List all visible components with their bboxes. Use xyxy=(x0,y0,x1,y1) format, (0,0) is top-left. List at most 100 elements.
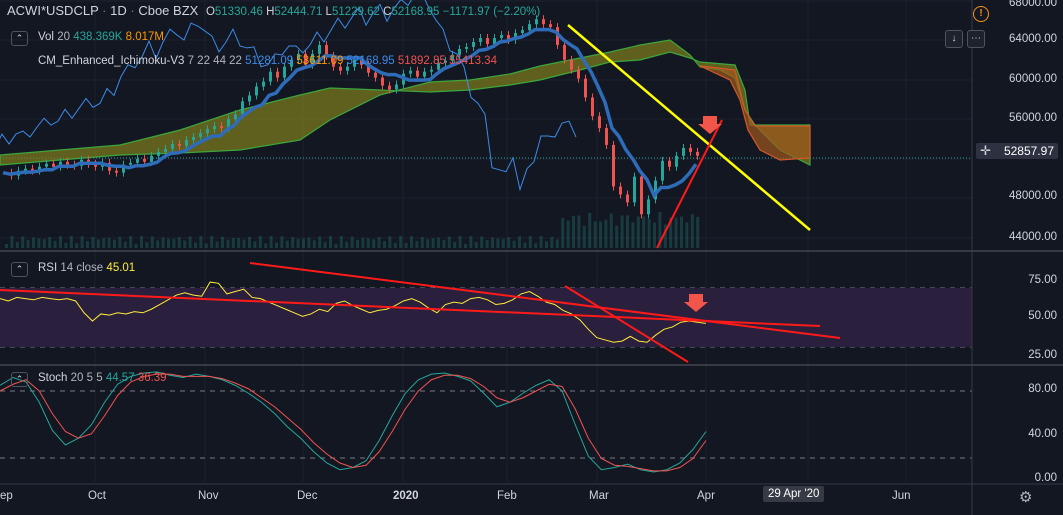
volume-bar xyxy=(37,238,41,248)
candle-body xyxy=(192,137,195,140)
rsi-tick: 75.00 xyxy=(1028,274,1057,286)
time-tick: ep xyxy=(0,490,13,502)
volume-bar xyxy=(329,236,332,248)
volume-bar xyxy=(53,240,57,248)
volume-bar xyxy=(275,242,278,248)
ichimoku-name[interactable]: CM_Enhanced_Ichimoku-V3 xyxy=(38,55,184,67)
candle-body xyxy=(682,147,685,156)
volume-bar xyxy=(59,236,62,248)
volume-bar xyxy=(296,238,300,248)
rsi-value: 45.01 xyxy=(106,262,136,274)
candle-body xyxy=(157,151,160,156)
more-options-icon[interactable]: ⋯ xyxy=(967,30,985,48)
rsi-legend: RSI 14 close 45.01 xyxy=(38,262,135,274)
volume-bar xyxy=(32,237,35,248)
interval[interactable]: 1D xyxy=(110,3,127,18)
volume-bar xyxy=(129,236,133,248)
volume-bar xyxy=(545,241,548,248)
volume-bar xyxy=(350,236,354,248)
volume-bar xyxy=(561,217,565,248)
volume-bar xyxy=(242,239,246,248)
candle-body xyxy=(479,38,482,42)
volume-bar xyxy=(480,236,484,248)
arrow-down-icon[interactable]: ↓ xyxy=(945,30,963,48)
candle-body xyxy=(213,126,216,130)
candle-body xyxy=(409,70,412,74)
vol-name[interactable]: Vol xyxy=(38,31,54,43)
rsi-tick: 25.00 xyxy=(1028,349,1057,361)
vol-period: 20 xyxy=(57,31,70,43)
ichimoku-value-2: 53611.09 xyxy=(296,55,344,67)
candle-body xyxy=(171,143,174,149)
volume-bar xyxy=(485,240,489,248)
volume-bar xyxy=(642,216,646,248)
stoch-legend: Stoch 20 5 5 44.57 36.39 xyxy=(38,372,167,384)
volume-bar xyxy=(550,236,554,248)
volume-bar xyxy=(458,236,462,248)
collapse-icon[interactable]: ⌃ xyxy=(11,31,28,46)
candle-body xyxy=(472,41,475,47)
volume-bar xyxy=(410,236,413,248)
volume-bar xyxy=(539,236,543,248)
volume-bar xyxy=(615,225,619,248)
volume-bar xyxy=(523,242,527,248)
candle-body xyxy=(255,86,258,96)
ichimoku-value-4: 51892.85 xyxy=(397,55,446,67)
candle-body xyxy=(318,44,321,54)
candle-body xyxy=(150,155,153,162)
volume-bar xyxy=(588,212,592,248)
volume-bar xyxy=(64,242,68,248)
time-tick: Dec xyxy=(297,490,318,502)
volume-bar xyxy=(604,219,608,248)
volume-bar xyxy=(491,237,494,248)
volume-bar xyxy=(145,242,149,248)
candle-body xyxy=(143,158,146,162)
stoch-collapse-icon[interactable]: ⌃ xyxy=(11,372,28,387)
volume-bar xyxy=(199,236,203,248)
stoch-name[interactable]: Stoch xyxy=(38,372,67,384)
volume-bar xyxy=(599,221,602,248)
volume-bar xyxy=(86,241,89,248)
volume-bar xyxy=(620,215,624,248)
rsi-collapse-icon[interactable]: ⌃ xyxy=(11,262,28,277)
volume-bar xyxy=(464,243,467,248)
chart-canvas[interactable] xyxy=(0,0,1063,515)
volume-bar xyxy=(501,238,505,248)
crosshair-date-label: 29 Apr '20 xyxy=(763,486,825,502)
volume-bar xyxy=(534,243,538,248)
candle-body xyxy=(675,155,678,167)
info-icon[interactable]: ! xyxy=(973,6,989,22)
volume-bar xyxy=(42,239,46,248)
time-tick: Oct xyxy=(88,490,106,502)
candle-body xyxy=(248,95,251,102)
symbol-name[interactable]: ACWI*USDCLP xyxy=(7,3,99,18)
candle-body xyxy=(430,69,433,72)
volume-bar xyxy=(447,236,451,248)
volume-bar xyxy=(269,236,273,248)
open-label: O xyxy=(205,6,215,18)
volume-bar xyxy=(231,237,235,248)
change-value: −1171.97 (−2.20%) xyxy=(442,6,541,18)
candle-body xyxy=(395,84,398,90)
symbol-legend: ACWI*USDCLP · 1D · Cboe BZX O51330.46 H5… xyxy=(7,3,541,18)
stoch-tick: 80.00 xyxy=(1028,383,1057,395)
volume-bar xyxy=(420,237,424,248)
candle-body xyxy=(206,129,209,134)
settings-gear-icon[interactable]: ⚙ xyxy=(1019,488,1032,506)
low-value: 51229.62 xyxy=(331,6,380,18)
volume-bar xyxy=(318,236,322,248)
rsi-name[interactable]: RSI xyxy=(38,262,57,274)
volume-bar xyxy=(69,236,73,248)
volume-bar xyxy=(442,239,446,248)
volume-bar xyxy=(474,242,478,248)
volume-bar xyxy=(496,238,500,248)
time-tick: 2020 xyxy=(393,490,419,502)
candle-body xyxy=(339,66,342,71)
volume-bar xyxy=(393,243,397,248)
volume-bar xyxy=(366,238,370,248)
volume-bar xyxy=(636,216,640,248)
volume-bar xyxy=(226,239,230,248)
volume-bar xyxy=(102,238,106,248)
volume-bar xyxy=(334,243,338,248)
close-value: 52168.95 xyxy=(391,6,440,18)
